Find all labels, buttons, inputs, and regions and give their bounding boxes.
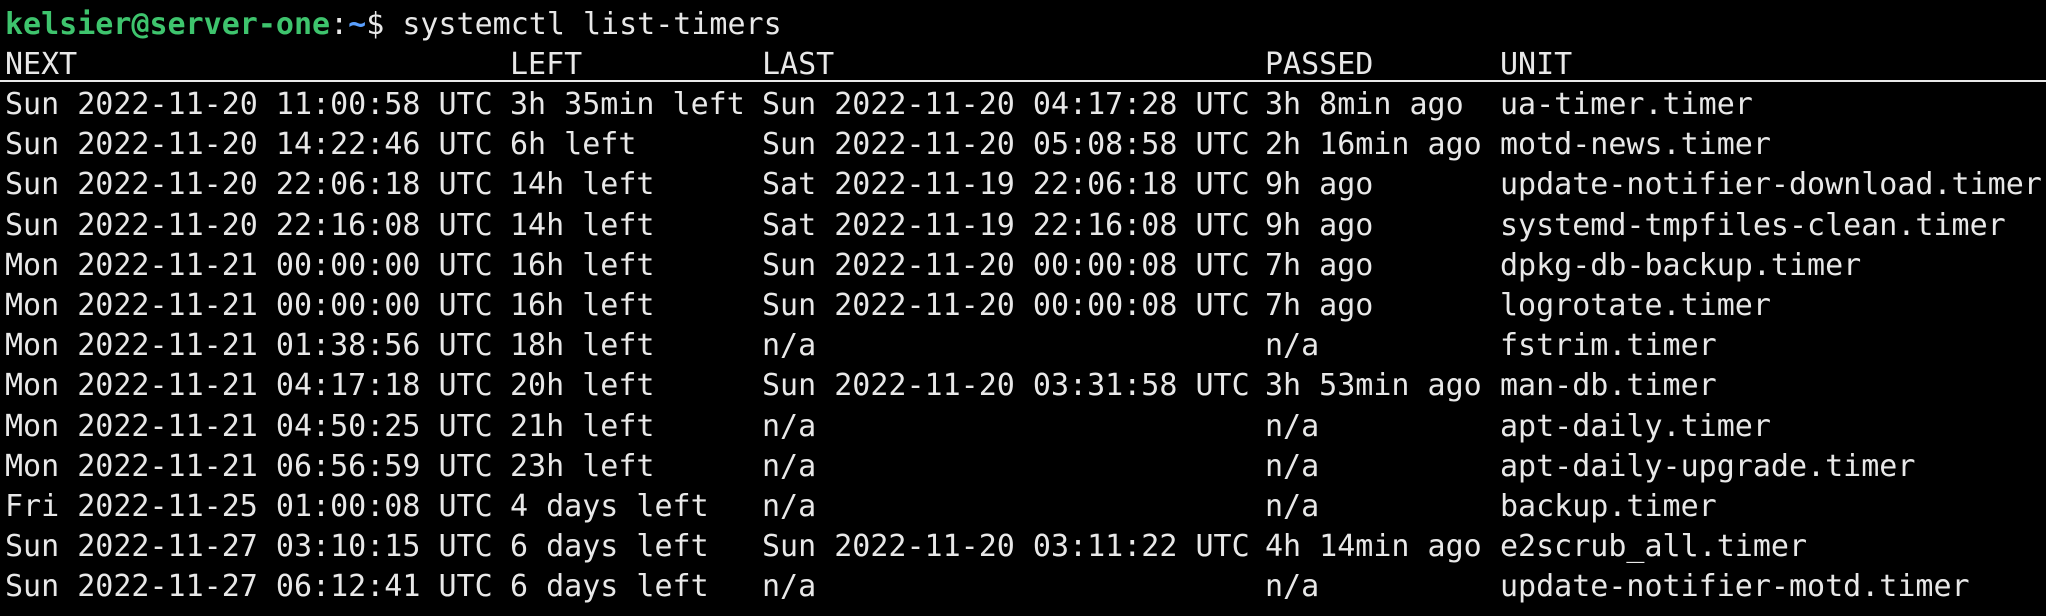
cell-time-left: 6 days left	[510, 569, 709, 605]
table-row: Sun 2022-11-20 22:16:08 UTC 14h left Sat 2…	[0, 206, 2046, 246]
header-unit: UNIT	[1500, 47, 1573, 82]
cell-time-left: 20h left	[510, 368, 655, 404]
cell-last-time: n/a	[762, 569, 817, 605]
cell-next-time: Sun 2022-11-20 11:00:58 UTC	[5, 87, 493, 122]
cell-time-passed: 3h 8min ago	[1265, 87, 1464, 122]
cell-time-passed: n/a	[1265, 569, 1320, 605]
cell-time-passed: 7h ago	[1265, 288, 1374, 323]
cell-time-passed: 3h 53min ago	[1265, 368, 1482, 404]
cell-time-left: 16h left	[510, 247, 655, 283]
cell-next-time: Mon 2022-11-21 04:50:25 UTC	[5, 408, 493, 444]
cell-next-time: Mon 2022-11-21 06:56:59 UTC	[5, 448, 493, 484]
cell-last-time: Sun 2022-11-20 03:11:22 UTC	[762, 529, 1250, 565]
prompt-user-host: kelsier@server-one	[5, 7, 331, 42]
cell-time-left: 23h left	[510, 448, 655, 484]
cell-unit-name: update-notifier-motd.timer	[1500, 569, 1970, 605]
cell-time-left: 6h left	[510, 127, 637, 163]
table-row: Mon 2022-11-21 00:00:00 UTC 16h left Sun 2…	[0, 246, 2046, 286]
cell-unit-name: systemd-tmpfiles-clean.timer	[1500, 207, 2006, 243]
command-text: systemctl list-timers	[402, 7, 782, 42]
prompt-separator: :	[330, 7, 349, 42]
cell-next-time: Sun 2022-11-20 22:16:08 UTC	[5, 207, 493, 243]
prompt-symbol: $	[366, 7, 385, 42]
cell-time-passed: n/a	[1265, 489, 1320, 524]
cell-last-time: Sun 2022-11-20 00:00:08 UTC	[762, 247, 1250, 283]
cell-next-time: Mon 2022-11-21 01:38:56 UTC	[5, 328, 493, 364]
cell-time-left: 14h left	[510, 207, 655, 243]
table-row: Mon 2022-11-21 04:17:18 UTC 20h left Sun 2…	[0, 366, 2046, 406]
cell-last-time: Sun 2022-11-20 04:17:28 UTC	[762, 87, 1250, 122]
cell-time-passed: n/a	[1265, 448, 1320, 484]
cell-unit-name: fstrim.timer	[1500, 328, 1717, 364]
cell-next-time: Sun 2022-11-27 06:12:41 UTC	[5, 569, 493, 605]
header-left: LEFT	[510, 47, 583, 82]
table-row: Sun 2022-11-20 22:06:18 UTC 14h left Sat 2…	[0, 165, 2046, 205]
terminal-window[interactable]: kelsier@server-one:~$ systemctl list-tim…	[0, 0, 2046, 616]
cell-time-passed: 9h ago	[1265, 167, 1374, 203]
cell-time-passed: 7h ago	[1265, 247, 1374, 283]
cell-time-left: 16h left	[510, 288, 655, 323]
cell-next-time: Mon 2022-11-21 00:00:00 UTC	[5, 247, 493, 283]
cell-next-time: Sun 2022-11-27 03:10:15 UTC	[5, 529, 493, 565]
table-header: NEXT LEFT LAST PASSED UNIT	[0, 45, 2046, 85]
cell-time-left: 21h left	[510, 408, 655, 444]
table-row: Sun 2022-11-27 06:12:41 UTC 6 days left n/…	[0, 567, 2046, 607]
cell-time-passed: 9h ago	[1265, 207, 1374, 243]
table-row: Fri 2022-11-25 01:00:08 UTC 4 days left n/…	[0, 487, 2046, 527]
cell-next-time: Sun 2022-11-20 22:06:18 UTC	[5, 167, 493, 203]
table-row: Mon 2022-11-21 00:00:00 UTC 16h left Sun 2…	[0, 286, 2046, 326]
prompt-path: ~	[348, 7, 367, 42]
cell-last-time: Sun 2022-11-20 05:08:58 UTC	[762, 127, 1250, 163]
cell-unit-name: ua-timer.timer	[1500, 87, 1753, 122]
table-row: Mon 2022-11-21 06:56:59 UTC 23h left n/a n/…	[0, 447, 2046, 487]
cell-unit-name: backup.timer	[1500, 489, 1717, 524]
cell-last-time: n/a	[762, 448, 817, 484]
header-next: NEXT	[5, 47, 78, 82]
cell-time-passed: 4h 14min ago	[1265, 529, 1482, 565]
header-passed: PASSED	[1265, 47, 1374, 82]
cell-last-time: Sun 2022-11-20 00:00:08 UTC	[762, 288, 1250, 323]
cell-unit-name: e2scrub_all.timer	[1500, 529, 1808, 565]
cell-time-left: 4 days left	[510, 489, 709, 524]
cell-time-left: 14h left	[510, 167, 655, 203]
cell-next-time: Mon 2022-11-21 04:17:18 UTC	[5, 368, 493, 404]
cell-unit-name: update-notifier-download.timer	[1500, 167, 2042, 203]
cell-next-time: Fri 2022-11-25 01:00:08 UTC	[5, 489, 493, 524]
cell-time-passed: n/a	[1265, 408, 1320, 444]
cell-unit-name: apt-daily-upgrade.timer	[1500, 448, 1916, 484]
cell-time-passed: n/a	[1265, 328, 1320, 364]
cell-next-time: Sun 2022-11-20 14:22:46 UTC	[5, 127, 493, 163]
table-row: Sun 2022-11-20 14:22:46 UTC 6h left Sun 20…	[0, 125, 2046, 165]
cell-last-time: n/a	[762, 408, 817, 444]
cell-time-left: 18h left	[510, 328, 655, 364]
cell-last-time: Sun 2022-11-20 03:31:58 UTC	[762, 368, 1250, 404]
cell-last-time: Sat 2022-11-19 22:06:18 UTC	[762, 167, 1250, 203]
cell-unit-name: motd-news.timer	[1500, 127, 1771, 163]
cell-time-left: 3h 35min left	[510, 87, 745, 122]
cell-time-left: 6 days left	[510, 529, 709, 565]
cell-unit-name: apt-daily.timer	[1500, 408, 1771, 444]
cell-unit-name: logrotate.timer	[1500, 288, 1771, 323]
table-row: Sun 2022-11-20 11:00:58 UTC 3h 35min left…	[0, 85, 2046, 125]
table-row: Mon 2022-11-21 04:50:25 UTC 21h left n/a n/…	[0, 407, 2046, 447]
cell-time-passed: 2h 16min ago	[1265, 127, 1482, 163]
cell-last-time: n/a	[762, 328, 817, 364]
cell-unit-name: dpkg-db-backup.timer	[1500, 247, 1862, 283]
cell-next-time: Mon 2022-11-21 00:00:00 UTC	[5, 288, 493, 323]
command-prompt-line: kelsier@server-one:~$ systemctl list-tim…	[5, 5, 782, 45]
cell-last-time: n/a	[762, 489, 817, 524]
header-divider	[0, 80, 2046, 82]
header-last: LAST	[762, 47, 835, 82]
table-row: Sun 2022-11-27 03:10:15 UTC 6 days left Su…	[0, 527, 2046, 567]
table-row: Mon 2022-11-21 01:38:56 UTC 18h left n/a n/…	[0, 326, 2046, 366]
cell-last-time: Sat 2022-11-19 22:16:08 UTC	[762, 207, 1250, 243]
cell-unit-name: man-db.timer	[1500, 368, 1717, 404]
